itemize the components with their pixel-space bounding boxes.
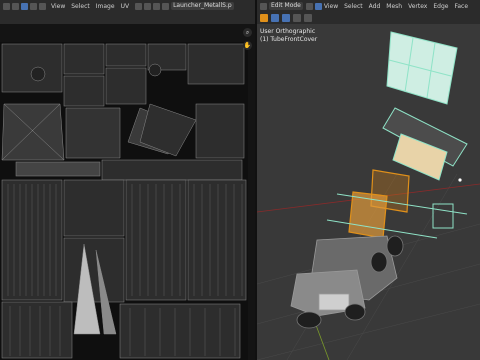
viewport-canvas[interactable] bbox=[257, 24, 480, 360]
pivot-icon[interactable] bbox=[135, 2, 143, 10]
rotate-icon[interactable] bbox=[293, 14, 301, 22]
edge-select-icon[interactable] bbox=[39, 2, 46, 10]
sync-selection-icon[interactable] bbox=[21, 2, 28, 10]
cursor-icon[interactable] bbox=[271, 14, 279, 22]
hand-icon[interactable]: ✋ bbox=[243, 41, 252, 50]
move-icon[interactable] bbox=[282, 14, 290, 22]
editor-type-icon[interactable] bbox=[3, 2, 10, 10]
object-name: (1) TubeFrontCover bbox=[260, 36, 318, 43]
snap-icon[interactable] bbox=[144, 2, 152, 10]
uv-navigation-gizmo: ⌕ ✋ bbox=[243, 28, 252, 50]
viewport-header: Edit Mode View Select Add Mesh Vertex Ed… bbox=[257, 0, 480, 12]
select-mode-icon[interactable] bbox=[314, 2, 322, 10]
viewport-toolbar bbox=[257, 12, 480, 24]
uv-editor-panel: View Select Image UV Launcher_MetallS.p bbox=[0, 0, 255, 360]
mode-toggle-icon[interactable] bbox=[12, 2, 19, 10]
proportional-icon[interactable] bbox=[153, 2, 161, 10]
menu-face[interactable]: Face bbox=[454, 3, 468, 10]
uv-editor-subheader bbox=[0, 12, 255, 24]
menu-view[interactable]: View bbox=[51, 3, 65, 10]
vertex-select-icon[interactable] bbox=[30, 2, 37, 10]
origin-point bbox=[458, 178, 462, 182]
scale-icon[interactable] bbox=[304, 14, 312, 22]
mode-dropdown[interactable]: Edit Mode bbox=[269, 2, 303, 10]
search-icon[interactable]: ⌕ bbox=[243, 28, 252, 37]
menu-view[interactable]: View bbox=[324, 3, 338, 10]
menu-vertex[interactable]: Vertex bbox=[408, 3, 427, 10]
select-box-icon[interactable] bbox=[260, 14, 268, 22]
editor-type-icon[interactable] bbox=[260, 2, 267, 10]
menu-mesh[interactable]: Mesh bbox=[386, 3, 402, 10]
uv-canvas[interactable] bbox=[0, 24, 255, 360]
view-name: User Orthographic bbox=[260, 28, 316, 35]
menu-select[interactable]: Select bbox=[71, 3, 90, 10]
menu-add[interactable]: Add bbox=[369, 3, 381, 10]
image-name-field[interactable]: Launcher_MetallS.p bbox=[171, 2, 234, 10]
menu-edge[interactable]: Edge bbox=[433, 3, 448, 10]
menu-select[interactable]: Select bbox=[344, 3, 363, 10]
menu-image[interactable]: Image bbox=[96, 3, 115, 10]
x-ray-icon[interactable] bbox=[305, 2, 313, 10]
uv-editor-header: View Select Image UV Launcher_MetallS.p bbox=[0, 0, 255, 12]
viewport-panel: Edit Mode View Select Add Mesh Vertex Ed… bbox=[257, 0, 480, 360]
image-browse-icon[interactable] bbox=[162, 2, 170, 10]
menu-uv[interactable]: UV bbox=[121, 3, 130, 10]
viewport-info: User Orthographic (1) TubeFrontCover bbox=[260, 28, 317, 44]
